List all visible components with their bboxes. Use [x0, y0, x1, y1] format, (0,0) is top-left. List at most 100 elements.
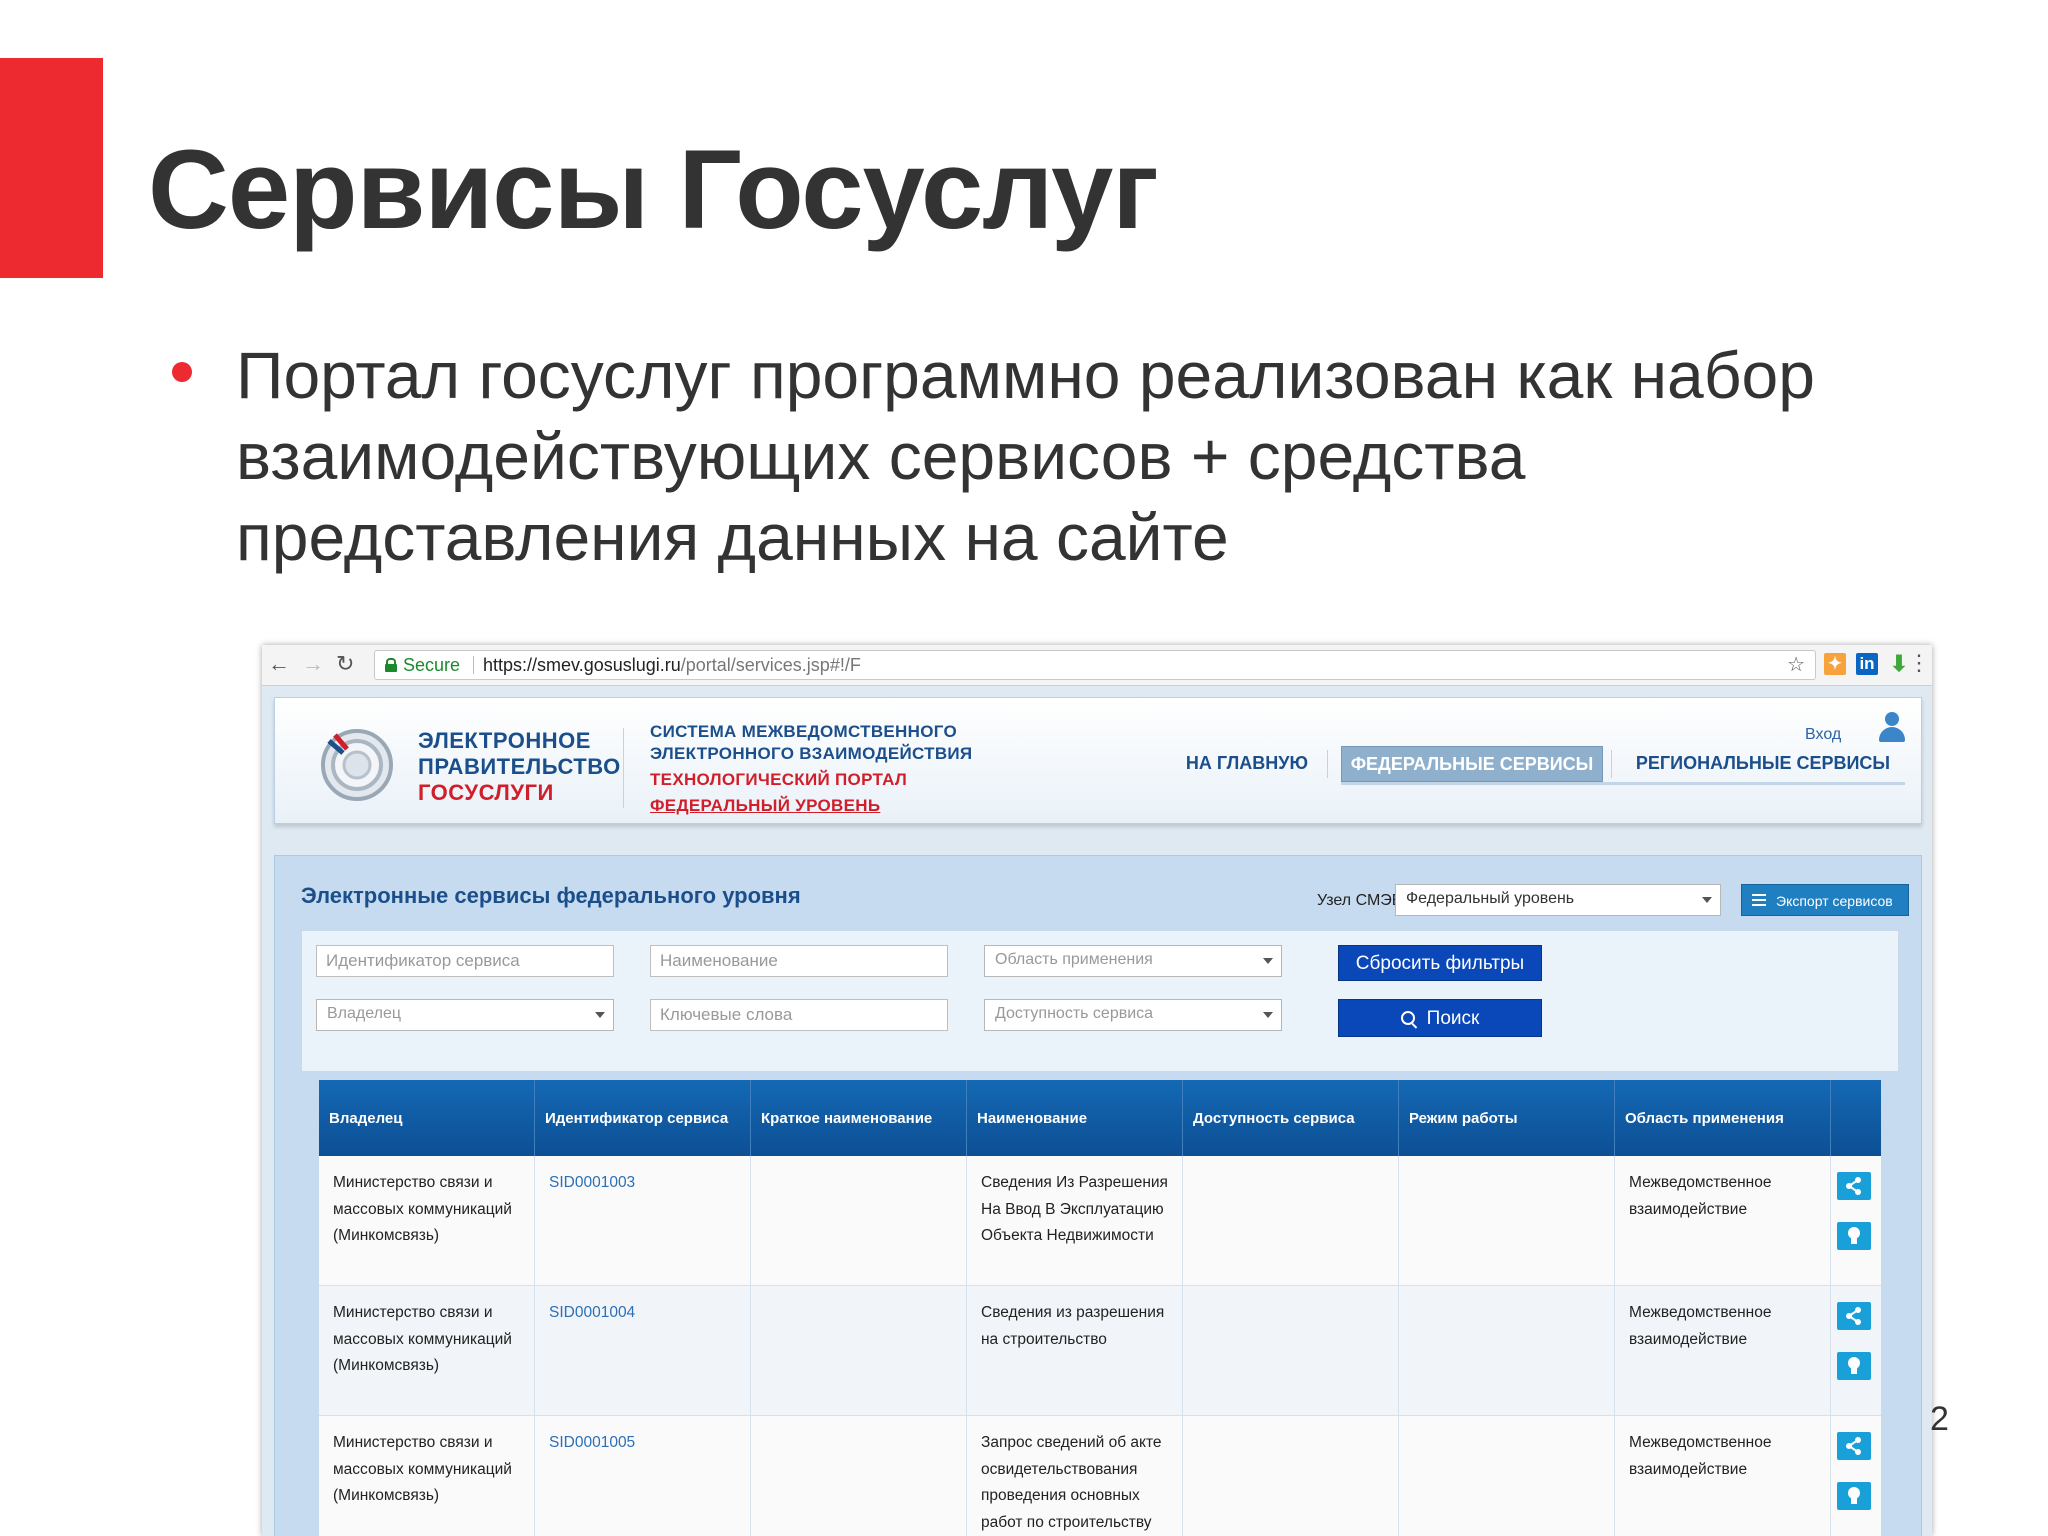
node-label: Узел СМЭВ:	[1317, 892, 1407, 909]
table-row[interactable]: Министерство связи и массовых коммуникац…	[319, 1156, 1881, 1286]
cell-service-id-link[interactable]: SID0001003	[535, 1156, 751, 1285]
system-line-3: ТЕХНОЛОГИЧЕСКИЙ ПОРТАЛ	[650, 770, 908, 789]
service-id-input[interactable]	[316, 945, 614, 977]
site-header: ЭЛЕКТРОННОЕ ПРАВИТЕЛЬСТВО ГОСУСЛУГИ СИСТ…	[274, 697, 1922, 824]
login-link[interactable]: Вход	[1805, 726, 1841, 744]
column-service-id[interactable]: Идентификатор сервиса	[535, 1080, 751, 1156]
address-bar[interactable]: Secure https://smev.gosuslugi.ru/portal/…	[374, 650, 1816, 680]
name-input[interactable]	[650, 945, 948, 977]
share-button[interactable]	[1837, 1432, 1871, 1460]
screenshot: ← → ↻ Secure https://smev.gosuslugi.ru/p…	[262, 645, 1932, 1536]
page-title: Электронные сервисы федерального уровня	[301, 883, 801, 908]
column-area[interactable]: Область применения	[1615, 1080, 1831, 1156]
nav-federal-services[interactable]: ФЕДЕРАЛЬНЫЕ СЕРВИСЫ	[1341, 746, 1603, 782]
cell-name: Запрос сведений об акте освидетельствова…	[967, 1416, 1183, 1536]
cell-short-name	[751, 1286, 967, 1415]
lock-icon	[385, 658, 397, 672]
cell-mode	[1399, 1416, 1615, 1536]
node-select[interactable]: Федеральный уровень	[1395, 884, 1721, 916]
owner-select-value: Владелец	[327, 1005, 402, 1022]
chevron-down-icon	[1263, 958, 1273, 964]
main-panel: Электронные сервисы федерального уровня …	[274, 855, 1922, 1536]
column-actions	[1831, 1080, 1881, 1156]
system-line-1: СИСТЕМА МЕЖВЕДОМСТВЕННОГО	[650, 722, 957, 741]
chevron-down-icon	[1263, 1012, 1273, 1018]
cell-short-name	[751, 1156, 967, 1285]
column-mode[interactable]: Режим работы	[1399, 1080, 1615, 1156]
cell-area: Межведомственное взаимодействие	[1615, 1416, 1831, 1536]
brand-line-1: ЭЛЕКТРОННОЕ	[418, 728, 591, 753]
export-services-button[interactable]: Экспорт сервисов	[1741, 884, 1909, 916]
gosuslugi-emblem-icon	[321, 729, 393, 801]
cell-area: Межведомственное взаимодействие	[1615, 1156, 1831, 1285]
node-select-value: Федеральный уровень	[1406, 890, 1575, 907]
share-icon	[1846, 1177, 1861, 1195]
column-short-name[interactable]: Краткое наименование	[751, 1080, 967, 1156]
cell-owner: Министерство связи и массовых коммуникац…	[319, 1156, 535, 1285]
browser-toolbar: ← → ↻ Secure https://smev.gosuslugi.ru/p…	[262, 645, 1932, 686]
share-button[interactable]	[1837, 1302, 1871, 1330]
search-button-label: Поиск	[1426, 1008, 1480, 1029]
url-text: https://smev.gosuslugi.ru/portal/service…	[483, 651, 861, 679]
back-icon[interactable]: ←	[268, 651, 290, 677]
system-line-4[interactable]: ФЕДЕРАЛЬНЫЙ УРОВЕНЬ	[650, 796, 880, 816]
cell-name: Сведения Из Разрешения На Ввод В Эксплуа…	[967, 1156, 1183, 1285]
filter-panel: Область применения Сбросить фильтры Влад…	[301, 930, 1899, 1072]
system-line-2: ЭЛЕКТРОННОГО ВЗАИМОДЕЙСТВИЯ	[650, 744, 973, 763]
keywords-input[interactable]	[650, 999, 948, 1031]
lightbulb-icon	[1848, 1487, 1860, 1504]
share-button[interactable]	[1837, 1172, 1871, 1200]
info-button[interactable]	[1837, 1222, 1871, 1250]
nav-home[interactable]: НА ГЛАВНУЮ	[1177, 746, 1317, 780]
cell-area: Межведомственное взаимодействие	[1615, 1286, 1831, 1415]
extension-linkedin-icon[interactable]: in	[1856, 653, 1878, 675]
brand-line-3: ГОСУСЛУГИ	[418, 780, 554, 805]
availability-select-value: Доступность сервиса	[995, 1005, 1154, 1022]
nav-regional-services[interactable]: РЕГИОНАЛЬНЫЕ СЕРВИСЫ	[1621, 746, 1905, 780]
area-select[interactable]: Область применения	[984, 945, 1282, 977]
cell-service-id-link[interactable]: SID0001004	[535, 1286, 751, 1415]
services-table: Владелец Идентификатор сервиса Краткое н…	[319, 1080, 1881, 1536]
browser-menu-icon[interactable]: ⋮	[1908, 651, 1930, 675]
page-number: 2	[1930, 1400, 1949, 1438]
search-icon	[1400, 1011, 1415, 1025]
info-button[interactable]	[1837, 1352, 1871, 1380]
cell-availability	[1183, 1286, 1399, 1415]
share-icon	[1846, 1307, 1861, 1325]
area-select-value: Область применения	[995, 951, 1153, 968]
owner-select[interactable]: Владелец	[316, 999, 614, 1031]
lightbulb-icon	[1848, 1357, 1860, 1374]
url-host: https://smev.gosuslugi.ru	[483, 655, 681, 675]
forward-icon[interactable]: →	[302, 651, 324, 677]
cell-service-id-link[interactable]: SID0001005	[535, 1416, 751, 1536]
accent-bar	[0, 58, 103, 278]
availability-select[interactable]: Доступность сервиса	[984, 999, 1282, 1031]
bookmark-star-icon[interactable]: ☆	[1787, 651, 1805, 679]
search-button[interactable]: Поиск	[1338, 999, 1542, 1037]
cell-owner: Министерство связи и массовых коммуникац…	[319, 1286, 535, 1415]
user-icon[interactable]	[1877, 712, 1907, 744]
column-owner[interactable]: Владелец	[319, 1080, 535, 1156]
chevron-down-icon	[1702, 897, 1712, 903]
bullet-text: Портал госуслуг программно реализован ка…	[236, 338, 1815, 574]
brand-line-2: ПРАВИТЕЛЬСТВО	[418, 754, 621, 779]
reload-icon[interactable]: ↻	[336, 651, 354, 677]
cell-mode	[1399, 1286, 1615, 1415]
cell-owner: Министерство связи и массовых коммуникац…	[319, 1416, 535, 1536]
share-icon	[1846, 1437, 1861, 1455]
slide-title: Сервисы Госуслуг	[148, 127, 1159, 252]
extension-fox-icon[interactable]: ✦	[1824, 653, 1846, 675]
extension-download-icon[interactable]: ⬇	[1888, 653, 1910, 675]
column-name[interactable]: Наименование	[967, 1080, 1183, 1156]
column-availability[interactable]: Доступность сервиса	[1183, 1080, 1399, 1156]
table-header: Владелец Идентификатор сервиса Краткое н…	[319, 1080, 1881, 1156]
list-icon	[1752, 894, 1766, 906]
lightbulb-icon	[1848, 1227, 1860, 1244]
cell-availability	[1183, 1416, 1399, 1536]
export-services-label: Экспорт сервисов	[1776, 893, 1893, 909]
table-row[interactable]: Министерство связи и массовых коммуникац…	[319, 1416, 1881, 1536]
reset-filters-button[interactable]: Сбросить фильтры	[1338, 945, 1542, 981]
table-row[interactable]: Министерство связи и массовых коммуникац…	[319, 1286, 1881, 1416]
info-button[interactable]	[1837, 1482, 1871, 1510]
cell-availability	[1183, 1156, 1399, 1285]
